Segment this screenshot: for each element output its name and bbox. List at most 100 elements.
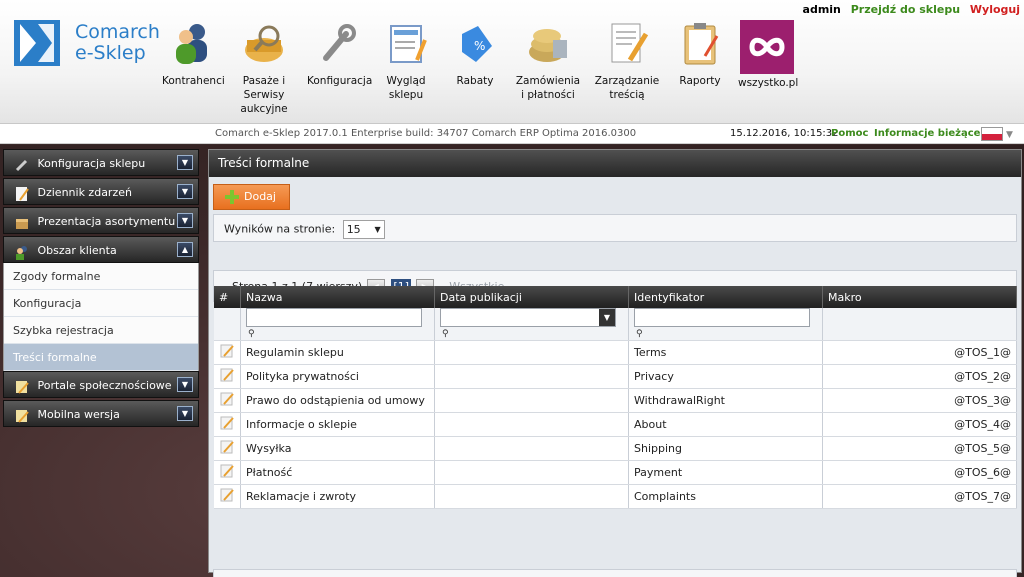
current-info-link[interactable]: Informacje bieżące — [874, 125, 980, 143]
content-edit-icon — [604, 20, 650, 68]
sidebar-group-social[interactable]: Portale społecznościowe ▼ — [3, 371, 199, 398]
comarch-logo[interactable]: Comarch e-Sklep — [14, 20, 164, 68]
edit-icon[interactable] — [219, 439, 235, 455]
cell-name: Reklamacje i zwroty — [240, 484, 435, 509]
cell-identifier: Shipping — [628, 436, 823, 461]
edit-icon[interactable] — [219, 463, 235, 479]
wrench-icon — [314, 20, 360, 68]
col-name[interactable]: Nazwa — [240, 286, 435, 308]
sidebar-group-event-log[interactable]: Dziennik zdarzeń ▼ — [3, 178, 199, 205]
auction-basket-icon — [241, 20, 287, 68]
sidebar-item-quick-registration[interactable]: Szybka rejestracja — [4, 317, 198, 344]
col-identifier[interactable]: Identyfikator — [628, 286, 823, 308]
date-filter-select[interactable]: ▼ — [440, 308, 616, 327]
nav-raporty[interactable]: Raporty — [675, 20, 725, 88]
edit-icon[interactable] — [219, 343, 235, 359]
table-row[interactable]: Regulamin sklepu Terms @TOS_1@ — [214, 340, 1017, 365]
per-page-select[interactable]: 15 ▼ — [342, 220, 385, 239]
cell-date — [434, 436, 629, 461]
sidebar-item-formal-content[interactable]: Treści formalne — [4, 344, 198, 371]
help-link[interactable]: Pomoc — [831, 125, 868, 143]
table-row[interactable]: Reklamacje i zwroty Complaints @TOS_7@ — [214, 484, 1017, 509]
cell-name: Wysyłka — [240, 436, 435, 461]
sidebar-group-mobile[interactable]: Mobilna wersja ▼ — [3, 400, 199, 427]
results-per-page: Wyników na stronie: 15 ▼ — [213, 214, 1017, 242]
sidebar-group-customer-area[interactable]: Obszar klienta ▲ — [3, 236, 199, 263]
cell-macro: @TOS_7@ — [822, 484, 1017, 509]
language-chevron-down-icon[interactable]: ▼ — [1006, 126, 1013, 144]
chevron-up-icon[interactable]: ▲ — [177, 242, 193, 257]
table-row[interactable]: Wysyłka Shipping @TOS_5@ — [214, 436, 1017, 461]
filter-icon[interactable]: ⚲ — [248, 329, 255, 339]
nav-zamowienia[interactable]: Zamówienia i płatności — [515, 20, 581, 102]
nav-zarzadzanie-trescia[interactable]: Zarządzanie treścią — [594, 20, 660, 102]
wrench-icon — [14, 156, 30, 172]
edit-icon[interactable] — [219, 415, 235, 431]
per-page-label: Wyników na stronie: — [224, 222, 336, 236]
table-row[interactable]: Informacje o sklepie About @TOS_4@ — [214, 412, 1017, 437]
filter-icon[interactable]: ⚲ — [636, 329, 643, 339]
add-button[interactable]: Dodaj — [213, 184, 290, 210]
social-icon — [14, 378, 30, 394]
table-row[interactable]: Prawo do odstąpienia od umowy WithdrawalR… — [214, 388, 1017, 413]
chevron-down-icon[interactable]: ▼ — [177, 155, 193, 170]
cell-name: Regulamin sklepu — [240, 340, 435, 365]
chevron-down-icon: ▼ — [374, 225, 381, 234]
sidebar-item-formal-consents[interactable]: Zgody formalne — [4, 263, 198, 290]
identifier-filter-input[interactable] — [634, 308, 810, 327]
nav-konfiguracja[interactable]: Konfiguracja — [307, 20, 372, 88]
nav-wyglad-sklepu[interactable]: Wygląd sklepu — [372, 20, 440, 102]
go-to-shop-link[interactable]: Przejdź do sklepu — [851, 3, 960, 16]
col-macro[interactable]: Makro — [822, 286, 1017, 308]
sidebar-submenu: Zgody formalne Konfiguracja Szybka rejes… — [3, 263, 199, 371]
chevron-down-icon: ▼ — [599, 309, 615, 326]
cell-identifier: WithdrawalRight — [628, 388, 823, 413]
nav-wszystko[interactable]: wszystko.pl — [738, 20, 798, 90]
sidebar-item-configuration[interactable]: Konfiguracja — [4, 290, 198, 317]
sidebar-group-shop-config[interactable]: Konfiguracja sklepu ▼ — [3, 149, 199, 176]
logout-link[interactable]: Wyloguj — [970, 3, 1020, 16]
col-publish-date[interactable]: Data publikacji — [434, 286, 629, 308]
chevron-down-icon[interactable]: ▼ — [177, 184, 193, 199]
cell-macro: @TOS_6@ — [822, 460, 1017, 485]
clipboard-icon — [677, 20, 723, 68]
nav-kontrahenci[interactable]: Kontrahenci — [162, 20, 225, 88]
infinity-icon — [740, 20, 794, 74]
status-bar: Comarch e-Sklep 2017.0.1 Enterprise buil… — [0, 124, 1024, 144]
chevron-down-icon[interactable]: ▼ — [177, 213, 193, 228]
nav-rabaty[interactable]: % Rabaty — [450, 20, 500, 88]
brand-line1: Comarch — [75, 21, 160, 43]
plus-icon — [224, 189, 240, 205]
comarch-logo-mark-icon — [14, 20, 60, 66]
svg-text:%: % — [474, 39, 485, 53]
nav-auctions[interactable]: Pasaże i Serwisy aukcyjne — [225, 20, 303, 116]
cell-name: Informacje o sklepie — [240, 412, 435, 437]
cell-name: Polityka prywatności — [240, 364, 435, 389]
cell-identifier: Complaints — [628, 484, 823, 509]
cell-macro: @TOS_3@ — [822, 388, 1017, 413]
cell-date — [434, 484, 629, 509]
top-toolbar: Comarch e-Sklep admin Przejdź do sklepu … — [0, 0, 1024, 124]
cell-name: Prawo do odstąpienia od umowy — [240, 388, 435, 413]
filter-icon[interactable]: ⚲ — [442, 329, 449, 339]
cell-name: Płatność — [240, 460, 435, 485]
edit-icon[interactable] — [219, 391, 235, 407]
name-filter-input[interactable] — [246, 308, 422, 327]
cell-identifier: About — [628, 412, 823, 437]
table-row[interactable]: Polityka prywatności Privacy @TOS_2@ — [214, 364, 1017, 389]
edit-icon[interactable] — [219, 487, 235, 503]
journal-icon — [14, 185, 30, 201]
datetime: 15.12.2016, 10:15:32 — [730, 128, 839, 139]
chevron-down-icon[interactable]: ▼ — [177, 377, 193, 392]
table-row[interactable]: Płatność Payment @TOS_6@ — [214, 460, 1017, 485]
contractors-icon — [169, 20, 215, 68]
polish-flag-icon[interactable] — [981, 127, 1003, 141]
edit-icon[interactable] — [219, 367, 235, 383]
cell-macro: @TOS_5@ — [822, 436, 1017, 461]
orders-icon — [525, 20, 571, 68]
sidebar-group-assortment[interactable]: Prezentacja asortymentu ▼ — [3, 207, 199, 234]
box-icon — [14, 214, 30, 230]
chevron-down-icon[interactable]: ▼ — [177, 406, 193, 421]
cell-date — [434, 460, 629, 485]
cell-macro: @TOS_1@ — [822, 340, 1017, 365]
